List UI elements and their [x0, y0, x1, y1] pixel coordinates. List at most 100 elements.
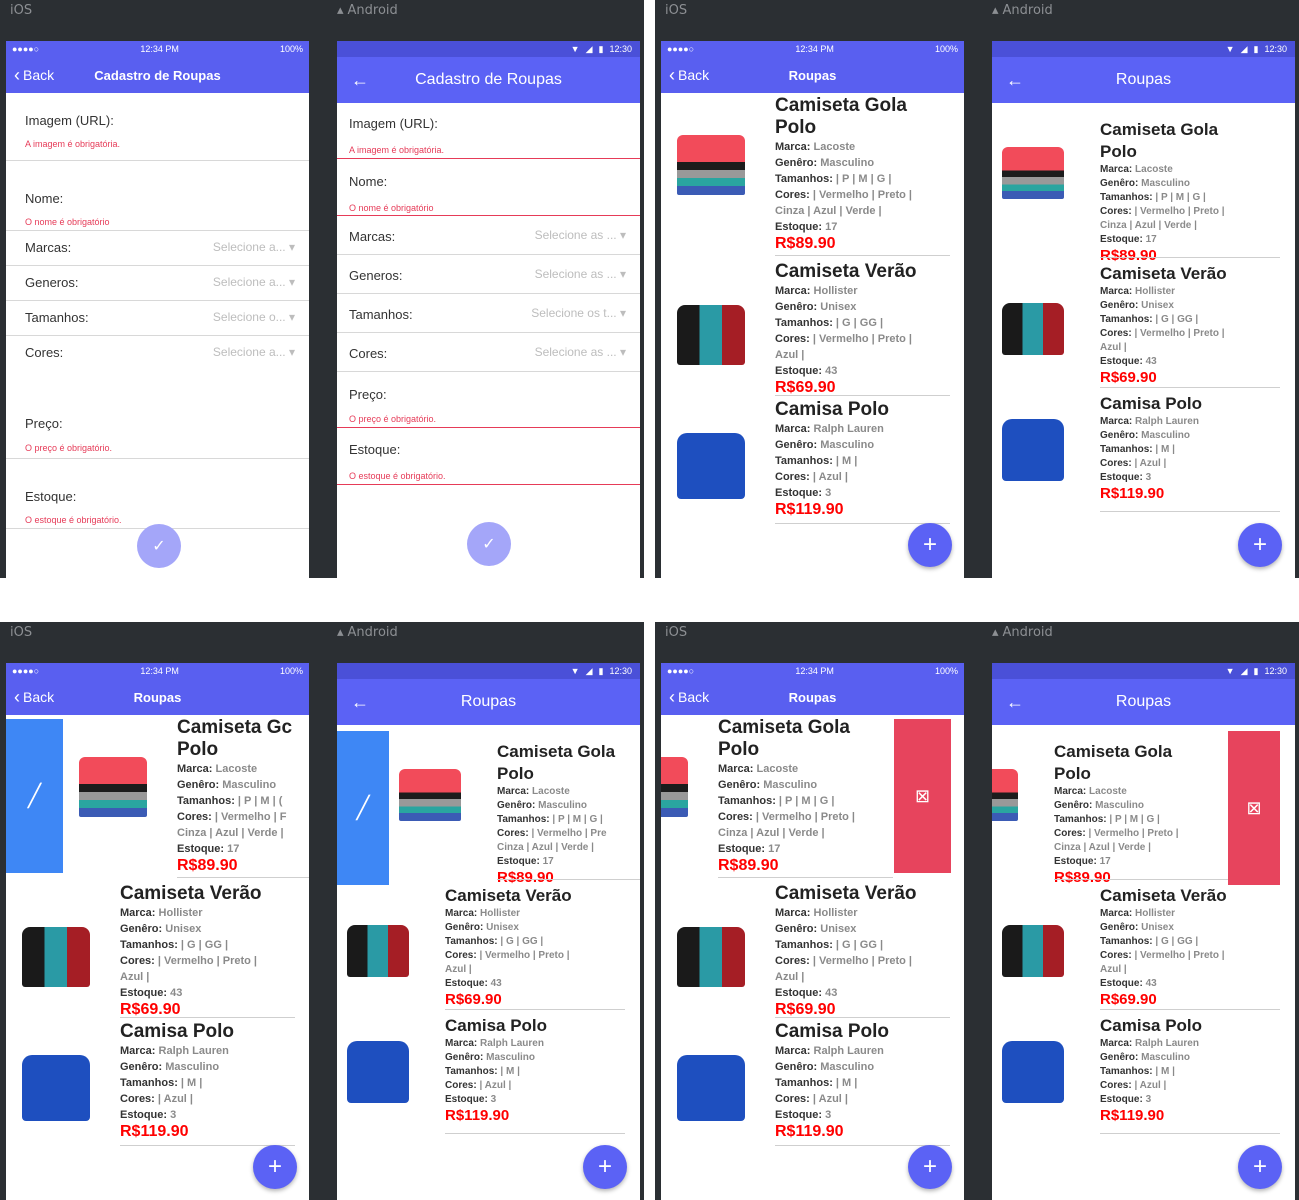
item-detail: Marca: Hollister [1100, 285, 1290, 299]
back-button[interactable]: ‹ Back [669, 679, 709, 715]
detail-value: | Vermelho | Preto | [812, 189, 913, 201]
product-price: R$119.90 [120, 1123, 189, 1140]
android-list-screen: ▼ ◢ ▮ 12:30 ← Roupas Camiseta Gola Polo Marca: L… [992, 41, 1295, 578]
detail-label: Genêro: [445, 922, 484, 933]
ios-label: iOS [10, 625, 33, 640]
detail-value: 43 [490, 978, 502, 989]
add-button[interactable]: + [908, 1145, 952, 1189]
price-field[interactable]: Preço: O preço é obrigatório. [6, 371, 309, 459]
brand-select[interactable]: Marcas: Selecione as ... ▾ [337, 216, 640, 255]
item-detail: Marca: Ralph Lauren [445, 1037, 635, 1051]
detail-label: Genêro: [775, 1061, 818, 1073]
product-name: Camiseta Verão [1100, 264, 1227, 283]
product-image [677, 433, 745, 499]
list-item[interactable]: Camisa Polo Marca: Ralph Lauren Genêro: Ma… [337, 1015, 640, 1135]
list-item[interactable]: Camiseta Gola Polo Marca: Lacoste Genêro: M… [661, 95, 964, 257]
brand-select[interactable]: Marcas: Selecione a... ▾ [6, 231, 309, 266]
image-field[interactable]: Imagem (URL): A imagem é obrigatória. [337, 103, 640, 159]
product-price: R$119.90 [1100, 485, 1165, 502]
detail-label: Marca: [718, 763, 754, 775]
plus-icon: + [922, 1153, 937, 1180]
price-field[interactable]: Preço: O preço é obrigatório. [337, 372, 640, 428]
list-item[interactable]: Camiseta Verão Marca: Hollister Genêro: Un… [661, 883, 964, 1019]
detail-value: Azul | [775, 349, 805, 361]
product-info: Camiseta Verão Marca: Hollister Genêro: Un… [445, 885, 635, 1009]
item-detail: Genêro: Masculino [1100, 429, 1290, 443]
stock-field[interactable]: Estoque: O estoque é obrigatório. [6, 459, 309, 529]
detail-label: Tamanhos: [775, 317, 833, 329]
edit-button[interactable]: ╱ [6, 719, 63, 873]
delete-button[interactable]: ⊠ [894, 719, 951, 873]
product-name-line2: Polo [1054, 764, 1091, 783]
list-item[interactable]: Camisa Polo Marca: Ralph Lauren Genêro: Ma… [661, 1021, 964, 1147]
name-field[interactable]: Nome: O nome é obrigatório [6, 161, 309, 231]
item-detail: Marca: Hollister [775, 283, 964, 299]
item-detail: Marca: Ralph Lauren [775, 421, 964, 437]
arrow-left-icon[interactable]: ← [1006, 692, 1024, 713]
image-field[interactable]: Imagem (URL): A imagem é obrigatória. [6, 93, 309, 161]
add-button[interactable]: + [908, 523, 952, 567]
battery-icon: ▮ [598, 43, 604, 54]
detail-label: Estoque: [775, 221, 823, 233]
gender-select[interactable]: Generos: Selecione as ... ▾ [337, 255, 640, 294]
panel-list-delete: iOS ▴ Android ●●●●○ 12:34 PM 100% ‹ Back Roupas C… [655, 622, 1299, 1200]
list-item[interactable]: Camiseta Verão Marca: Hollister Genêro: Un… [661, 261, 964, 397]
back-button[interactable]: ‹ Back [14, 57, 54, 93]
add-button[interactable]: + [1238, 523, 1282, 567]
color-select[interactable]: Cores: Selecione as ... ▾ [337, 333, 640, 372]
product-info: Camisa Polo Marca: Ralph Lauren Genêro: Ma… [445, 1015, 635, 1125]
submit-button[interactable]: ✓ [137, 524, 181, 568]
product-name: Camisa Polo [445, 1016, 548, 1035]
product-price: R$69.90 [1100, 991, 1157, 1008]
list-item[interactable]: Camiseta Verão Marca: Hollister Genêro: Un… [337, 885, 640, 1011]
item-detail: Tamanhos: | P | M | G | [718, 793, 908, 809]
detail-value: 43 [1145, 978, 1157, 989]
list-item[interactable]: Camisa Polo Marca: Ralph Lauren Genêro: Ma… [661, 399, 964, 525]
stock-error: O estoque é obrigatório. [349, 471, 446, 481]
detail-value: 3 [825, 1109, 832, 1121]
add-button[interactable]: + [1238, 1145, 1282, 1189]
submit-button[interactable]: ✓ [467, 522, 511, 566]
list-item[interactable]: Camiseta Verão Marca: Hollister Genêro: Un… [992, 263, 1295, 389]
delete-button[interactable]: ⊠ [1228, 731, 1280, 885]
list-item[interactable]: Camisa Polo Marca: Ralph Lauren Genêro: Ma… [6, 1021, 309, 1147]
add-button[interactable]: + [253, 1145, 297, 1189]
image-error: A imagem é obrigatória. [25, 139, 121, 149]
detail-label: Tamanhos: [775, 455, 833, 467]
back-button[interactable]: ‹ Back [669, 57, 709, 93]
detail-value: Masculino [1141, 430, 1191, 441]
list-item[interactable]: Camiseta Verão Marca: Hollister Genêro: Un… [992, 885, 1295, 1011]
caret-down-icon: ▾ [619, 228, 626, 242]
detail-value: | Vermelho | Preto | [1134, 950, 1225, 961]
item-separator [445, 1133, 625, 1134]
android-icon: ▴ [992, 3, 999, 18]
stock-field[interactable]: Estoque: O estoque é obrigatório. [337, 428, 640, 485]
detail-value: 17 [1099, 856, 1111, 867]
back-button[interactable]: ‹ Back [14, 679, 54, 715]
name-field[interactable]: Nome: O nome é obrigatório [337, 159, 640, 216]
arrow-left-icon[interactable]: ← [351, 70, 369, 91]
item-detail: Marca: Ralph Lauren [775, 1043, 964, 1059]
list-item[interactable]: Camisa Polo Marca: Ralph Lauren Genêro: Ma… [992, 1015, 1295, 1135]
product-image [22, 1055, 90, 1121]
size-select[interactable]: Tamanhos: Selecione o... ▾ [6, 301, 309, 336]
item-detail: Genêro: Unisex [775, 299, 964, 315]
add-button[interactable]: + [583, 1145, 627, 1189]
list-item[interactable]: Camiseta Verão Marca: Hollister Genêro: Un… [6, 883, 309, 1019]
color-select[interactable]: Cores: Selecione a... ▾ [6, 336, 309, 371]
detail-label: Cores: [775, 471, 810, 483]
detail-value: Masculino [165, 1061, 220, 1073]
item-detail: Cores: | Vermelho | F [177, 809, 309, 825]
product-price: R$89.90 [775, 235, 836, 252]
gender-select[interactable]: Generos: Selecione a... ▾ [6, 266, 309, 301]
edit-button[interactable]: ╱ [337, 731, 389, 885]
detail-value: | M | [1155, 1066, 1175, 1077]
ios-nav-bar: ‹ Back Roupas [661, 679, 964, 715]
detail-label: Estoque: [718, 843, 766, 855]
list-item[interactable]: Camisa Polo Marca: Ralph Lauren Genêro: Ma… [992, 393, 1295, 513]
arrow-left-icon[interactable]: ← [1006, 70, 1024, 91]
list-item[interactable]: Camiseta Gola Polo Marca: Lacoste Genêro: M… [992, 111, 1295, 264]
arrow-left-icon[interactable]: ← [351, 692, 369, 713]
size-select[interactable]: Tamanhos: Selecione os t... ▾ [337, 294, 640, 333]
item-detail: Genêro: Masculino [1100, 1051, 1290, 1065]
